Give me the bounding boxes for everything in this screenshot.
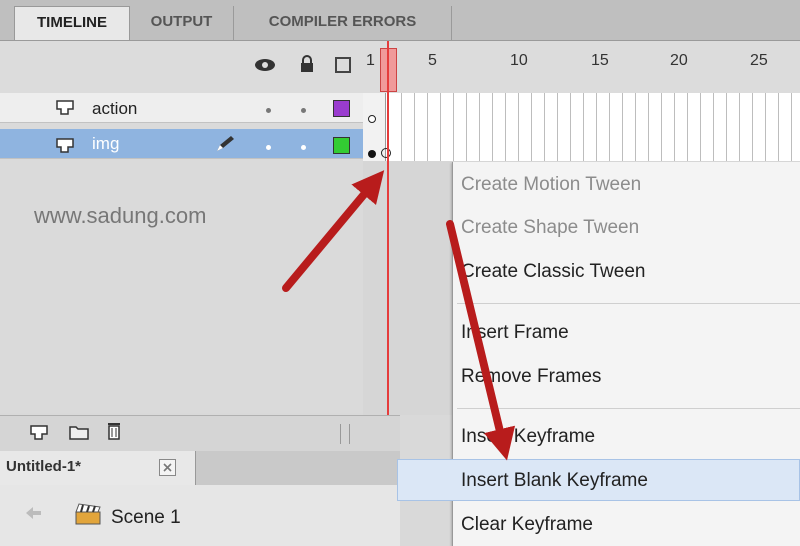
menu-item-insert-frame[interactable]: Insert Frame [461,322,569,344]
tab-compiler-errors[interactable]: COMPILER ERRORS [234,6,452,40]
playhead-line[interactable] [387,41,389,441]
pencil-icon [217,136,234,151]
empty-keyframe-marker[interactable] [368,115,376,123]
menu-item-insert-keyframe[interactable]: Insert Keyframe [461,426,595,448]
frame-number-20: 20 [670,52,688,69]
layer-icon [56,138,74,153]
document-tab[interactable]: Untitled-1* [0,451,196,485]
tab-timeline[interactable]: TIMELINE [14,6,130,40]
menu-separator [457,303,800,304]
frame-number-15: 15 [591,52,609,69]
lock-dot[interactable] [301,145,306,150]
menu-separator [457,408,800,409]
frame-number-5: 5 [428,52,437,69]
new-folder-icon[interactable] [69,424,89,440]
lock-icon[interactable] [299,54,315,74]
tab-output[interactable]: OUTPUT [130,6,234,40]
frames-grid[interactable] [363,93,800,161]
trash-icon[interactable] [106,420,122,440]
show-hide-eye-icon[interactable] [254,57,276,73]
selected-frame-marker[interactable] [381,148,391,158]
scene-bar [0,485,400,546]
scene-clapper-icon [75,503,101,525]
visibility-dot[interactable] [266,108,271,113]
layer-row-img[interactable] [0,129,363,159]
outline-toggle-icon[interactable] [335,57,351,73]
back-arrow-icon[interactable] [24,506,42,520]
layer-icon [56,100,74,115]
layer-name-img[interactable]: img [92,134,119,154]
menu-item-create-shape-tween[interactable]: Create Shape Tween [461,217,639,239]
layer-color-swatch[interactable] [333,137,350,154]
visibility-dot[interactable] [266,145,271,150]
menu-item-create-motion-tween[interactable]: Create Motion Tween [461,174,641,196]
menu-item-remove-frames[interactable]: Remove Frames [461,366,601,388]
layer-row-action[interactable] [0,93,363,123]
document-tab-label: Untitled-1* [6,458,81,475]
panel-resize-handle[interactable] [340,424,350,444]
menu-item-clear-keyframe[interactable]: Clear Keyframe [461,514,593,536]
watermark-text: www.sadung.com [34,203,207,228]
frame-number-25: 25 [750,52,768,69]
frame-number-10: 10 [510,52,528,69]
keyframe-marker[interactable] [368,150,376,158]
frame-number-1: 1 [366,52,375,69]
menu-item-insert-blank-keyframe[interactable]: Insert Blank Keyframe [461,470,648,492]
lock-dot[interactable] [301,108,306,113]
layer-name-action[interactable]: action [92,99,137,119]
layer-color-swatch[interactable] [333,100,350,117]
frames-empty-area [363,161,453,415]
close-tab-icon[interactable] [159,459,176,476]
new-layer-icon[interactable] [30,424,48,440]
scene-label[interactable]: Scene 1 [111,507,181,529]
menu-item-create-classic-tween[interactable]: Create Classic Tween [461,261,645,283]
